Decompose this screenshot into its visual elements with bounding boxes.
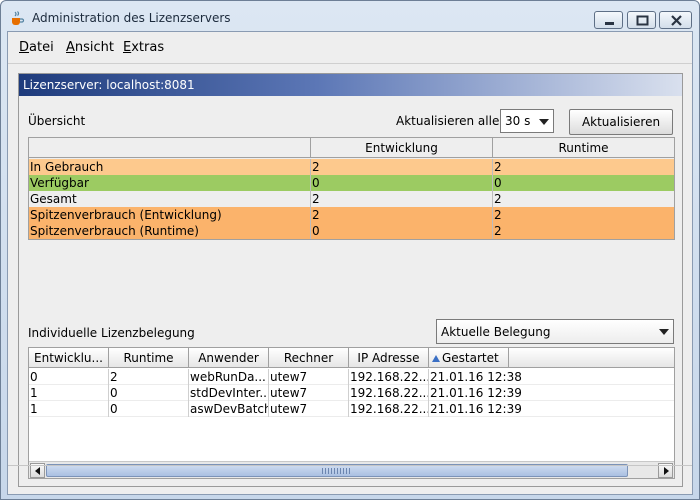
sort-ascending-icon xyxy=(432,355,440,362)
panel-header: Lizenzserver: localhost:8081 xyxy=(19,74,682,96)
menu-extras[interactable]: Extras xyxy=(123,40,164,55)
table-row[interactable]: 1 0 stdDevInter... utew7 192.168.22.... … xyxy=(29,385,674,401)
window-title: Administration des Lizenzservers xyxy=(32,11,231,25)
maximize-button[interactable] xyxy=(627,11,656,29)
row-label: Spitzenverbrauch (Entwicklung) xyxy=(29,207,311,223)
col-runtime[interactable]: Runtime xyxy=(109,348,189,368)
overview-table: Entwicklung Runtime In Gebrauch 2 2 Verf… xyxy=(28,137,675,240)
cell-anwender: stdDevInter... xyxy=(190,385,269,401)
col-entwicklung[interactable]: Entwicklu... xyxy=(29,348,109,368)
arrow-right-icon xyxy=(664,467,669,475)
usage-view-value: Aktuelle Belegung xyxy=(441,325,551,339)
cell-rechner: utew7 xyxy=(269,385,349,401)
usage-view-select[interactable]: Aktuelle Belegung xyxy=(436,319,674,344)
col-gestartet[interactable]: Gestartet xyxy=(429,348,509,368)
individual-usage-label: Individuelle Lizenzbelegung xyxy=(28,326,195,340)
row-label: Gesamt xyxy=(29,191,311,207)
menu-divider xyxy=(8,63,692,64)
minimize-icon xyxy=(605,22,614,25)
cell-ip-adresse: 192.168.22.... xyxy=(350,369,429,385)
overview-col-label[interactable] xyxy=(29,138,311,158)
col-gestartet-label: Gestartet xyxy=(442,351,499,365)
horizontal-scrollbar[interactable] xyxy=(29,461,674,478)
cell-ip-adresse: 192.168.22.... xyxy=(350,385,429,401)
cell-entwicklung: 1 xyxy=(29,401,109,417)
overview-col-runtime[interactable]: Runtime xyxy=(493,138,674,158)
cell-anwender: webRunDa... xyxy=(189,369,269,385)
individual-table-header: Entwicklu... Runtime Anwender Rechner IP… xyxy=(29,348,674,368)
cell-gestartet: 21.01.16 12:39 xyxy=(430,386,522,400)
title-bar[interactable]: Administration des Lizenzservers xyxy=(1,1,699,31)
cell-rechner: utew7 xyxy=(269,401,349,417)
refresh-interval-select[interactable]: 30 s xyxy=(500,109,554,133)
overview-row-spitze-runtime[interactable]: Spitzenverbrauch (Runtime) 0 2 xyxy=(29,223,674,239)
refresh-button[interactable]: Aktualisieren xyxy=(569,109,673,135)
overview-row-in-gebrauch[interactable]: In Gebrauch 2 2 xyxy=(29,159,674,175)
close-button[interactable] xyxy=(659,11,692,29)
row-runtime: 2 xyxy=(494,224,502,238)
col-rechner[interactable]: Rechner xyxy=(269,348,349,368)
row-entwicklung: 0 xyxy=(311,175,493,191)
cell-ip-adresse: 192.168.22.... xyxy=(350,401,429,417)
cell-entwicklung: 1 xyxy=(29,385,109,401)
chevron-down-icon xyxy=(539,119,549,125)
row-label: Spitzenverbrauch (Runtime) xyxy=(29,223,311,239)
close-icon xyxy=(671,15,682,26)
row-label: In Gebrauch xyxy=(29,159,311,175)
java-cup-icon xyxy=(12,11,25,25)
overview-row-verfuegbar[interactable]: Verfügbar 0 0 xyxy=(29,175,674,191)
row-entwicklung: 2 xyxy=(311,207,493,223)
overview-row-gesamt[interactable]: Gesamt 2 2 xyxy=(29,191,674,207)
col-ip-adresse[interactable]: IP Adresse xyxy=(349,348,429,368)
row-runtime: 2 xyxy=(494,208,502,222)
col-anwender[interactable]: Anwender xyxy=(189,348,269,368)
overview-col-entwicklung[interactable]: Entwicklung xyxy=(311,138,493,158)
minimize-button[interactable] xyxy=(594,11,623,29)
refresh-interval-label: Aktualisieren alle xyxy=(396,114,500,128)
status-bar-divider xyxy=(8,465,692,466)
panel-title: Lizenzserver: localhost:8081 xyxy=(23,78,195,92)
chevron-down-icon xyxy=(659,329,669,335)
menu-ansicht[interactable]: Ansicht xyxy=(66,40,114,55)
row-label: Verfügbar xyxy=(29,175,311,191)
row-runtime: 2 xyxy=(494,192,502,206)
overview-label: Übersicht xyxy=(28,114,86,128)
refresh-interval-value: 30 s xyxy=(505,114,531,128)
table-row[interactable]: 0 2 webRunDa... utew7 192.168.22.... 21.… xyxy=(29,369,674,385)
cell-anwender: aswDevBatch xyxy=(190,401,269,417)
overview-row-spitze-entwicklung[interactable]: Spitzenverbrauch (Entwicklung) 2 2 xyxy=(29,207,674,223)
menu-bar: Datei Ansicht Extras xyxy=(8,32,692,62)
cell-rechner: utew7 xyxy=(269,369,349,385)
row-runtime: 2 xyxy=(494,160,502,174)
maximize-icon xyxy=(636,15,649,26)
cell-runtime: 2 xyxy=(109,369,189,385)
overview-table-header: Entwicklung Runtime xyxy=(29,138,674,158)
row-entwicklung: 2 xyxy=(311,191,493,207)
menu-datei[interactable]: Datei xyxy=(19,40,54,55)
cell-entwicklung: 0 xyxy=(29,369,109,385)
scrollbar-grip xyxy=(322,468,352,474)
application-window: Administration des Lizenzservers Datei A… xyxy=(0,0,700,500)
cell-runtime: 0 xyxy=(109,401,189,417)
arrow-left-icon xyxy=(35,467,40,475)
license-server-panel: Lizenzserver: localhost:8081 Übersicht A… xyxy=(18,73,683,487)
cell-gestartet: 21.01.16 12:39 xyxy=(430,402,522,416)
individual-usage-table: Entwicklu... Runtime Anwender Rechner IP… xyxy=(28,347,675,479)
cell-gestartet: 21.01.16 12:38 xyxy=(430,370,522,384)
table-row[interactable]: 1 0 aswDevBatch utew7 192.168.22.... 21.… xyxy=(29,401,674,417)
row-runtime: 0 xyxy=(494,176,502,190)
cell-runtime: 0 xyxy=(109,385,189,401)
row-entwicklung: 0 xyxy=(311,223,493,239)
row-entwicklung: 2 xyxy=(311,159,493,175)
client-area: Datei Ansicht Extras Lizenzserver: local… xyxy=(7,31,693,495)
